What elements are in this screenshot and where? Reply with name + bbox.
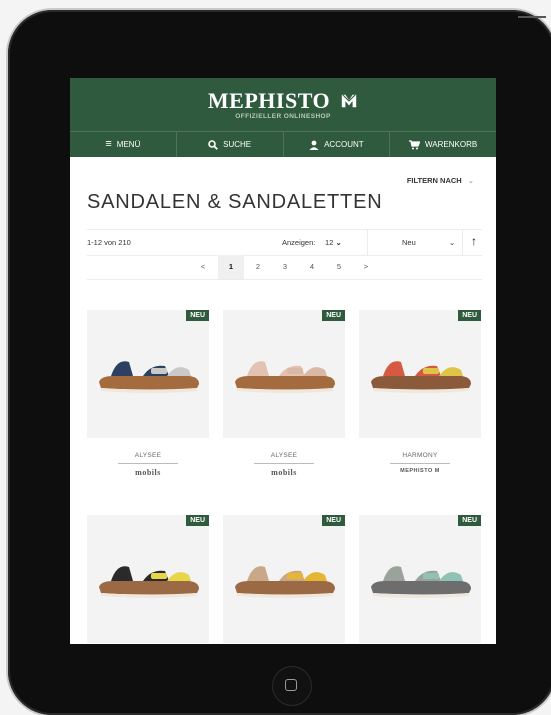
product-card[interactable]: NEU <box>223 515 345 643</box>
show-label: Anzeigen: <box>282 238 316 247</box>
list-toolbar: 1-12 von 210 Anzeigen: 12 ⌄ Neu ⌄ ↑ <box>87 229 482 256</box>
chevron-down-icon: ⌄ <box>467 176 474 185</box>
show-per-page-select[interactable]: 12 ⌄ <box>325 238 342 247</box>
shoe-image <box>371 361 471 393</box>
hamburger-icon: ≡ <box>105 138 112 150</box>
filter-toggle[interactable]: FILTERN NACH ⌄ <box>407 176 474 185</box>
home-button-icon <box>285 679 297 691</box>
page-title: SANDALEN & SANDALETTEN <box>87 191 383 213</box>
nav-cart[interactable]: WARENKORB <box>390 132 496 157</box>
product-image[interactable]: NEU <box>87 515 209 643</box>
shoe-image <box>99 566 199 598</box>
site-logo[interactable]: MEPHISTO <box>70 88 496 114</box>
logo-m-icon <box>341 94 357 108</box>
nav-search[interactable]: SUCHE <box>177 132 284 157</box>
new-badge: NEU <box>186 310 209 321</box>
product-card[interactable]: NEU HARMONY MEPHISTO M <box>359 310 481 474</box>
divider <box>390 463 450 464</box>
shoe-image <box>235 361 335 393</box>
new-badge: NEU <box>186 515 209 526</box>
chevron-down-icon: ⌄ <box>335 238 342 247</box>
pagination-next[interactable]: > <box>353 255 379 279</box>
divider <box>367 230 368 255</box>
pagination-page-4[interactable]: 4 <box>299 255 325 279</box>
product-image[interactable]: NEU <box>223 310 345 438</box>
filter-label: FILTERN NACH <box>406 176 462 185</box>
nav-search-label: SUCHE <box>223 140 252 149</box>
sort-direction-icon[interactable]: ↑ <box>471 234 477 248</box>
new-badge: NEU <box>458 310 481 321</box>
nav-account-label: ACCOUNT <box>324 140 364 149</box>
mephisto-m-icon: M <box>434 468 440 474</box>
new-badge: NEU <box>458 515 481 526</box>
product-name[interactable]: ALYSEE <box>87 452 209 459</box>
pagination: < 1 2 3 4 5 > <box>87 255 482 280</box>
product-image[interactable]: NEU <box>223 515 345 643</box>
site-header: MEPHISTO OFFIZIELLER ONLINESHOP <box>70 78 496 131</box>
product-card[interactable]: NEU ALYSEE mobils <box>87 310 209 477</box>
divider <box>118 463 178 464</box>
search-icon <box>208 139 219 150</box>
divider <box>462 230 463 255</box>
pagination-prev[interactable]: < <box>190 255 216 279</box>
product-card[interactable]: NEU <box>359 515 481 643</box>
logo-text: MEPHISTO <box>207 88 331 113</box>
product-image[interactable]: NEU <box>87 310 209 438</box>
shoe-image <box>235 566 335 598</box>
pagination-page-1[interactable]: 1 <box>218 255 244 279</box>
shoe-image <box>99 361 199 393</box>
nav-menu[interactable]: ≡ MENÜ <box>70 132 177 157</box>
browser-screen: MEPHISTO OFFIZIELLER ONLINESHOP ≡ MENÜ S… <box>70 78 496 644</box>
shoe-image <box>371 566 471 598</box>
cart-icon <box>409 139 421 149</box>
home-button[interactable] <box>272 666 312 706</box>
frame-edge <box>518 16 546 18</box>
product-name[interactable]: HARMONY <box>359 452 481 459</box>
brand-logo-text: MEPHISTO <box>400 468 433 474</box>
product-image[interactable]: NEU <box>359 310 481 438</box>
product-card[interactable]: NEU <box>87 515 209 643</box>
pagination-page-2[interactable]: 2 <box>245 255 271 279</box>
main-nav: ≡ MENÜ SUCHE ACCOUNT WARENKORB <box>70 131 496 157</box>
result-count: 1-12 von 210 <box>87 238 131 247</box>
chevron-down-icon[interactable]: ⌄ <box>449 238 455 247</box>
nav-cart-label: WARENKORB <box>425 140 478 149</box>
brand-logo: mobils <box>135 468 161 477</box>
pagination-page-3[interactable]: 3 <box>272 255 298 279</box>
user-icon <box>309 140 319 150</box>
product-name[interactable]: ALYSEE <box>223 452 345 459</box>
new-badge: NEU <box>322 515 345 526</box>
show-per-page-value: 12 <box>325 238 334 247</box>
brand-logo: MEPHISTO M <box>359 468 481 474</box>
divider <box>254 463 314 464</box>
pagination-page-5[interactable]: 5 <box>326 255 352 279</box>
sort-select[interactable]: Neu <box>402 238 416 247</box>
product-card[interactable]: NEU ALYSEE mobils <box>223 310 345 477</box>
brand-logo: mobils <box>271 468 297 477</box>
new-badge: NEU <box>322 310 345 321</box>
product-image[interactable]: NEU <box>359 515 481 643</box>
logo-tagline: OFFIZIELLER ONLINESHOP <box>235 113 331 120</box>
nav-menu-label: MENÜ <box>116 140 141 149</box>
nav-account[interactable]: ACCOUNT <box>284 132 391 157</box>
